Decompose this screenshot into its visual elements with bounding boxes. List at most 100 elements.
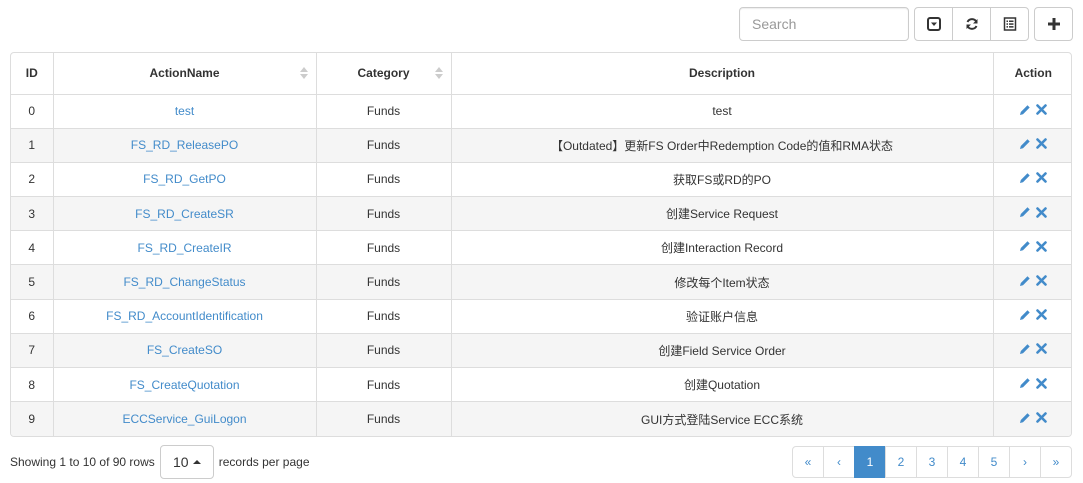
page-link[interactable]: 1 [854, 446, 886, 478]
cell-action [992, 366, 1071, 402]
edit-icon[interactable] [1019, 343, 1031, 355]
action-name-link[interactable]: FS_RD_CreateIR [137, 241, 231, 255]
cell-actionname[interactable]: FS_RD_ReleasePO [52, 127, 316, 163]
delete-icon[interactable] [1036, 412, 1048, 423]
add-button[interactable] [1034, 7, 1073, 41]
search-input[interactable] [739, 7, 909, 41]
cell-action [992, 401, 1071, 436]
delete-icon[interactable] [1036, 138, 1048, 150]
edit-icon[interactable] [1019, 412, 1031, 424]
pagination: «‹ 1 2 3 4 5 ›» [792, 446, 1072, 478]
cell-id: 4 [11, 230, 53, 265]
cell-actionname[interactable]: FS_RD_AccountIdentification [52, 298, 316, 334]
header-category-label: Category [357, 66, 410, 81]
cell-description: 创建Field Service Order [450, 332, 993, 368]
delete-icon[interactable] [1036, 343, 1048, 355]
page-link[interactable]: » [1040, 446, 1072, 478]
edit-icon[interactable] [1019, 104, 1031, 116]
page-link[interactable]: ‹ [823, 446, 855, 478]
action-name-link[interactable]: test [175, 104, 194, 118]
page-link[interactable]: 2 [885, 446, 917, 478]
cell-actionname[interactable]: test [52, 94, 316, 129]
records-per-page-text: records per page [218, 455, 310, 469]
action-name-link[interactable]: FS_RD_ReleasePO [131, 138, 238, 152]
actions-table: ID ActionName Category Description Actio… [10, 52, 1072, 437]
cell-id: 3 [11, 196, 53, 231]
edit-icon[interactable] [1019, 138, 1031, 150]
cell-id: 9 [11, 401, 53, 436]
delete-icon[interactable] [1036, 309, 1048, 321]
cell-category: Funds [315, 332, 451, 368]
cell-category: Funds [315, 298, 451, 334]
cell-actionname[interactable]: FS_RD_GetPO [52, 161, 316, 197]
table-body: 0 test Funds test 1 FS_RD_ReleasePO Funds 【Outd… [11, 94, 1071, 436]
action-name-link[interactable]: FS_RD_CreateSR [135, 207, 234, 221]
toggle-view-button[interactable] [914, 7, 953, 41]
delete-icon[interactable] [1036, 206, 1048, 218]
header-description: Description [450, 53, 993, 95]
cell-actionname[interactable]: FS_CreateSO [52, 332, 316, 368]
edit-icon[interactable] [1019, 275, 1031, 287]
page-link[interactable]: « [792, 446, 824, 478]
cell-id: 1 [11, 127, 53, 163]
showing-text: Showing 1 to 10 of 90 rows [10, 455, 155, 469]
sort-icon [299, 67, 308, 81]
header-actionname[interactable]: ActionName [52, 53, 316, 95]
page-link[interactable]: › [1009, 446, 1041, 478]
action-name-link[interactable]: FS_RD_GetPO [143, 172, 226, 186]
columns-button[interactable] [990, 7, 1029, 41]
edit-icon[interactable] [1019, 377, 1031, 389]
action-name-link[interactable]: ECCService_GuiLogon [122, 412, 246, 426]
cell-actionname[interactable]: FS_RD_CreateIR [52, 230, 316, 265]
cell-action [992, 196, 1071, 231]
cell-category: Funds [315, 161, 451, 197]
cell-description: test [450, 94, 993, 129]
table-row: 0 test Funds test [11, 94, 1071, 129]
refresh-icon [966, 18, 977, 30]
cell-id: 8 [11, 366, 53, 402]
cell-action [992, 230, 1071, 265]
table-row: 4 FS_RD_CreateIR Funds 创建Interaction Record [11, 230, 1071, 265]
cell-id: 7 [11, 332, 53, 368]
cell-description: GUI方式登陆Service ECC系统 [450, 401, 993, 436]
page-link[interactable]: 5 [978, 446, 1010, 478]
page-size-value: 10 [172, 454, 189, 470]
cell-action [992, 332, 1071, 368]
action-name-link[interactable]: FS_CreateSO [147, 343, 222, 357]
header-id-label: ID [25, 66, 38, 81]
page-link[interactable]: 3 [916, 446, 948, 478]
delete-icon[interactable] [1036, 377, 1048, 389]
cell-category: Funds [315, 127, 451, 163]
edit-icon[interactable] [1019, 172, 1031, 184]
cell-actionname[interactable]: FS_CreateQuotation [52, 366, 316, 402]
cell-description: 获取FS或RD的PO [450, 161, 993, 197]
cell-actionname[interactable]: ECCService_GuiLogon [52, 401, 316, 436]
table-footer: Showing 1 to 10 of 90 rows 10 records pe… [10, 445, 1072, 479]
action-name-link[interactable]: FS_RD_ChangeStatus [123, 275, 245, 289]
delete-icon[interactable] [1036, 172, 1048, 184]
cell-id: 6 [11, 298, 53, 334]
header-id: ID [11, 53, 53, 95]
header-category[interactable]: Category [315, 53, 451, 95]
plus-icon [1047, 18, 1060, 30]
delete-icon[interactable] [1036, 241, 1048, 252]
delete-icon[interactable] [1036, 275, 1048, 286]
cell-description: 创建Quotation [450, 366, 993, 402]
edit-icon[interactable] [1019, 309, 1031, 321]
action-name-link[interactable]: FS_CreateQuotation [129, 378, 239, 392]
cell-actionname[interactable]: FS_RD_CreateSR [52, 196, 316, 231]
cell-action [992, 264, 1071, 300]
edit-icon[interactable] [1019, 240, 1031, 252]
toolbar-button-group [914, 7, 1029, 41]
cell-actionname[interactable]: FS_RD_ChangeStatus [52, 264, 316, 300]
delete-icon[interactable] [1036, 104, 1048, 115]
action-name-link[interactable]: FS_RD_AccountIdentification [106, 309, 263, 323]
table-row: 3 FS_RD_CreateSR Funds 创建Service Request [11, 196, 1071, 231]
cell-description: 创建Service Request [450, 196, 993, 231]
table-row: 9 ECCService_GuiLogon Funds GUI方式登陆Service … [11, 401, 1071, 436]
page-size-dropdown[interactable]: 10 [159, 445, 214, 479]
page-link[interactable]: 4 [947, 446, 979, 478]
edit-icon[interactable] [1019, 206, 1031, 218]
refresh-button[interactable] [952, 7, 991, 41]
table-toolbar [739, 7, 1073, 41]
